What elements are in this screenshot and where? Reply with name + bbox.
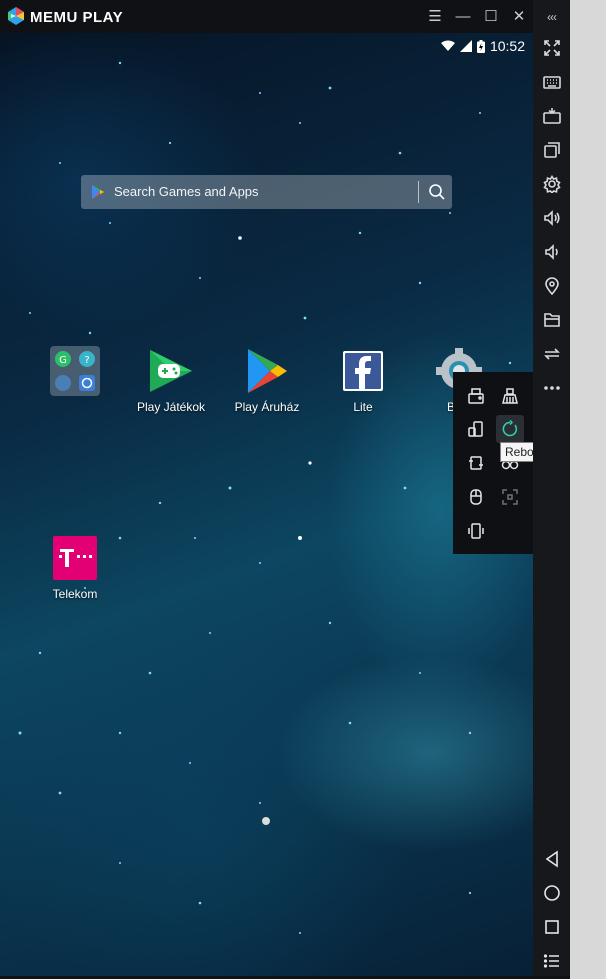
search-icon[interactable] bbox=[428, 183, 446, 201]
hamburger-icon[interactable]: ☰ bbox=[425, 7, 445, 27]
crosshair-icon[interactable] bbox=[496, 483, 524, 511]
app-label: Play Áruház bbox=[234, 400, 300, 414]
wifi-icon bbox=[440, 40, 455, 51]
collapse-sidebar-button[interactable]: ‹‹‹ bbox=[533, 6, 570, 28]
memu-logo-icon bbox=[8, 7, 24, 25]
play-store-icon bbox=[242, 346, 292, 396]
play-games-icon bbox=[146, 346, 196, 396]
mouse-icon[interactable] bbox=[462, 483, 490, 511]
svg-text:G: G bbox=[59, 355, 67, 366]
reboot-icon[interactable] bbox=[496, 415, 524, 443]
back-icon[interactable] bbox=[533, 844, 570, 874]
app-facebook-lite[interactable]: Lite bbox=[318, 346, 408, 414]
battery-icon bbox=[476, 39, 485, 53]
app-folder[interactable]: G ? bbox=[30, 346, 120, 400]
file-icon[interactable] bbox=[533, 306, 570, 334]
app-play-games[interactable]: Play Játékok bbox=[126, 346, 216, 414]
status-time: 10:52 bbox=[489, 38, 525, 54]
vibrate-icon[interactable] bbox=[462, 517, 490, 545]
search-bar[interactable]: Search Games and Apps bbox=[81, 175, 452, 209]
app-label: Play Játékok bbox=[136, 400, 206, 414]
search-input[interactable]: Search Games and Apps bbox=[114, 184, 259, 199]
screenshot-icon[interactable] bbox=[462, 382, 490, 410]
svg-text:?: ? bbox=[84, 355, 89, 366]
window-background bbox=[570, 0, 606, 979]
settings-icon[interactable] bbox=[533, 170, 570, 198]
play-store-small-icon bbox=[92, 185, 104, 199]
app-label: Lite bbox=[353, 400, 373, 414]
home-icon[interactable] bbox=[533, 878, 570, 908]
close-icon[interactable]: ✕ bbox=[509, 7, 529, 27]
apk-icon[interactable] bbox=[533, 102, 570, 130]
status-bar: 10:52 bbox=[440, 37, 525, 55]
maximize-icon[interactable]: ☐ bbox=[481, 7, 501, 27]
page-indicator bbox=[262, 817, 270, 825]
search-divider bbox=[418, 181, 419, 203]
fullscreen-icon[interactable] bbox=[533, 34, 570, 62]
recent-icon[interactable] bbox=[533, 912, 570, 942]
volume-down-icon[interactable] bbox=[533, 238, 570, 266]
rotate-icon[interactable] bbox=[462, 415, 490, 443]
multi-instance-icon[interactable] bbox=[533, 136, 570, 164]
more-icon[interactable] bbox=[533, 374, 570, 402]
tools-panel bbox=[453, 372, 533, 554]
app-play-store[interactable]: Play Áruház bbox=[222, 346, 312, 414]
sync-icon[interactable] bbox=[533, 340, 570, 368]
location-icon[interactable] bbox=[533, 272, 570, 300]
minimize-icon[interactable]: — bbox=[453, 7, 473, 27]
telekom-icon bbox=[50, 533, 100, 583]
title-bar: MEMU PLAY ☰ — ☐ ✕ bbox=[0, 0, 570, 33]
app-telekom[interactable]: Telekom bbox=[30, 533, 120, 601]
cleanup-icon[interactable] bbox=[496, 382, 524, 410]
facebook-lite-icon bbox=[338, 346, 388, 396]
app-brand: MEMU PLAY bbox=[30, 9, 124, 26]
volume-up-icon[interactable] bbox=[533, 204, 570, 232]
app-label: Telekom bbox=[52, 587, 98, 601]
keyboard-icon[interactable] bbox=[533, 68, 570, 96]
menu-list-icon[interactable] bbox=[533, 946, 570, 976]
folder-icon: G ? bbox=[50, 346, 100, 396]
signal-icon bbox=[459, 40, 472, 52]
shake-icon[interactable] bbox=[462, 449, 490, 477]
